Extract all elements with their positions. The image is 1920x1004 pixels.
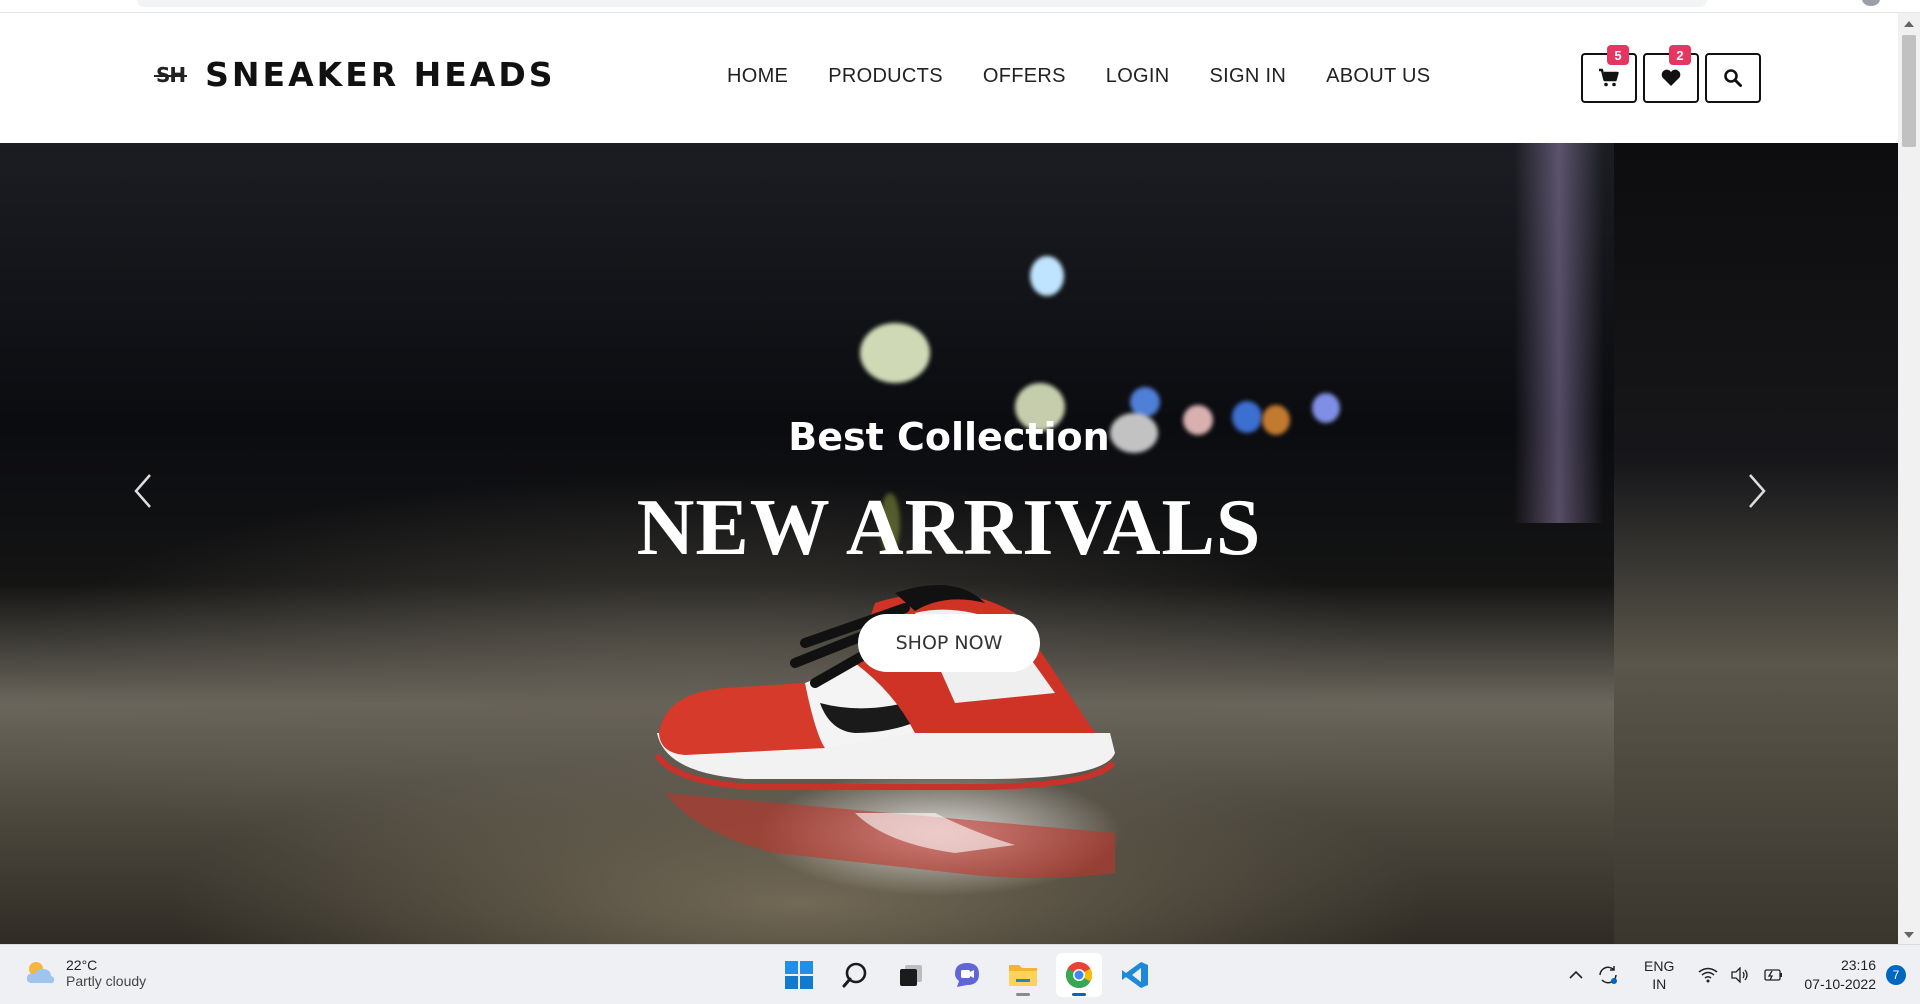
task-view-button[interactable] [888,953,934,997]
cart-count-badge: 5 [1607,45,1629,65]
start-button[interactable] [776,953,822,997]
header-actions: 5 2 [1581,45,1761,103]
nav-login[interactable]: LOGIN [1106,65,1170,88]
hero-title: NEW ARRIVALS [636,484,1262,572]
battery-button[interactable] [1762,967,1784,983]
heart-icon [1661,69,1681,86]
search-icon [842,962,867,988]
bokeh-light [860,323,930,383]
profile-icon[interactable] [1862,0,1880,6]
weather-condition: Partly cloudy [66,973,147,989]
search-button[interactable] [1705,53,1761,103]
sync-button[interactable] [1596,964,1620,986]
nav-sign-in[interactable]: SIGN IN [1210,65,1287,88]
sync-icon [1599,966,1618,984]
weather-widget[interactable]: 22°C Partly cloudy [24,957,146,989]
carousel-prev-button[interactable] [122,461,162,521]
carousel-next-button[interactable] [1738,461,1778,521]
nav-home[interactable]: HOME [727,65,788,88]
chevron-left-icon [134,474,151,508]
file-explorer-button[interactable] [1000,953,1046,997]
shop-now-button[interactable]: SHOP NOW [858,614,1040,672]
region-code: IN [1652,976,1667,992]
page-scrollbar[interactable] [1898,13,1920,944]
vscode-button[interactable] [1112,953,1158,997]
search-icon [1724,69,1742,87]
clock-time: 23:16 [1840,957,1876,973]
main-nav: HOME PRODUCTS OFFERS LOGIN SIGN IN ABOUT… [727,65,1430,88]
partly-cloudy-icon [26,962,55,984]
file-explorer-icon [1009,965,1037,986]
nav-offers[interactable]: OFFERS [983,65,1066,88]
wishlist-button[interactable]: 2 [1643,45,1699,103]
bokeh-light [1030,256,1064,296]
taskbar-search-button[interactable] [832,953,878,997]
scroll-down-arrow[interactable] [1904,932,1914,938]
nav-about-us[interactable]: ABOUT US [1326,65,1430,88]
site-header: SH SNEAKER HEADS HOME PRODUCTS OFFERS LO… [0,13,1898,143]
cart-button[interactable]: 5 [1581,45,1637,103]
wishlist-count-badge: 2 [1669,45,1691,65]
nav-products[interactable]: PRODUCTS [828,65,943,88]
volume-button[interactable] [1730,967,1750,983]
light-beam [1514,143,1604,523]
battery-charging-icon [1764,969,1783,981]
system-tray: ENG IN 23:16 07-10-2022 7 [1562,945,1920,1004]
chrome-button[interactable] [1056,953,1102,997]
cart-icon [1599,68,1619,87]
taskbar-apps [776,953,1158,997]
clock-date: 07-10-2022 [1804,976,1876,992]
scroll-up-arrow[interactable] [1904,21,1914,27]
vscode-icon [1122,962,1148,988]
language-indicator[interactable]: ENG IN [1644,957,1674,993]
clock[interactable]: 23:16 07-10-2022 [1804,956,1876,994]
address-bar-edge[interactable] [137,0,1707,7]
chevron-right-icon [1749,474,1766,508]
show-hidden-icons-button[interactable] [1568,969,1584,981]
windows-taskbar: 22°C Partly cloudy ENG IN 23:16 07-10-20… [0,944,1920,1004]
chrome-icon [1065,961,1093,989]
volume-icon [1731,967,1749,983]
site-logo[interactable]: SH SNEAKER HEADS [153,55,556,94]
task-view-icon [900,965,922,986]
logo-text: SNEAKER HEADS [205,55,556,94]
notification-badge[interactable]: 7 [1886,965,1906,985]
teams-chat-button[interactable] [944,953,990,997]
teams-chat-icon [955,963,979,987]
logo-mark: SH [153,62,188,87]
browser-top-strip [0,0,1920,13]
active-indicator [1072,993,1086,996]
language-code: ENG [1644,958,1675,974]
scrollbar-thumb[interactable] [1902,35,1916,147]
chevron-up-icon [1569,970,1583,979]
weather-temp: 22°C [66,957,98,973]
hero-carousel: Best Collection NEW ARRIVALS SHOP NOW [0,143,1898,944]
wifi-icon [1698,967,1718,983]
start-icon [785,961,813,989]
wifi-button[interactable] [1698,967,1718,983]
running-indicator [1016,993,1030,996]
hero-subtitle: Best Collection [788,415,1110,459]
